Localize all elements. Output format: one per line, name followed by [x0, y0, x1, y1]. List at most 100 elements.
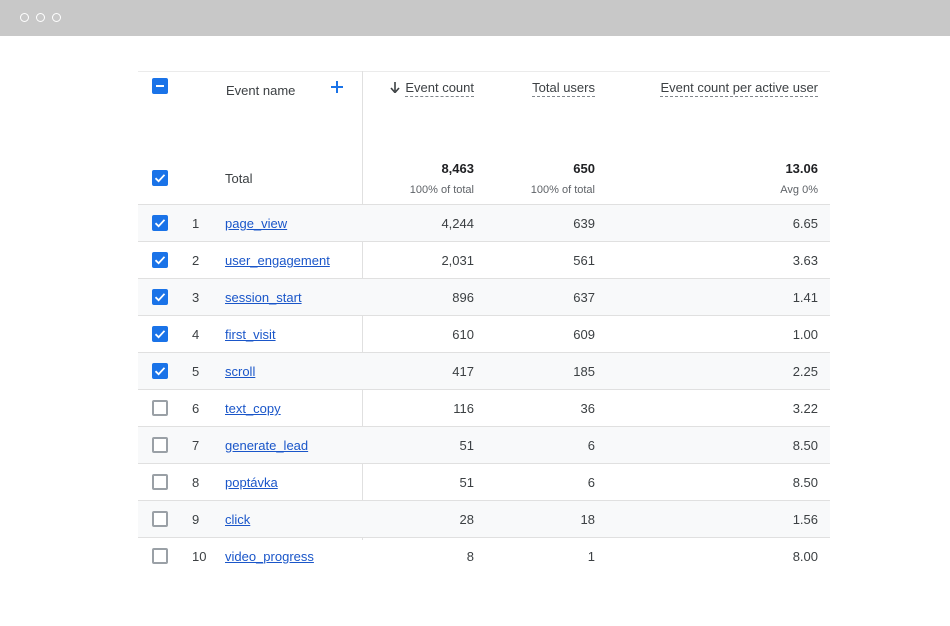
window-title-bar	[0, 0, 950, 36]
total-users-header[interactable]: Total users	[532, 80, 595, 97]
row-index: 2	[192, 253, 200, 268]
total-users-sub: 100% of total	[530, 184, 595, 196]
window-close-dot[interactable]	[20, 13, 29, 22]
checkmark-icon	[154, 256, 166, 265]
total-row: Total 8,463 100% of total 650 100% of to…	[138, 112, 830, 205]
table-row: 1 page_view 4,244 639 6.65	[138, 205, 830, 242]
checkmark-icon	[154, 367, 166, 376]
checkmark-icon	[154, 330, 166, 339]
event-count-cell: 51	[459, 438, 474, 453]
total-users-cell: 18	[580, 512, 595, 527]
table-row: 10 video_progress 8 1 8.00	[138, 538, 830, 575]
row-checkbox[interactable]	[152, 363, 168, 379]
row-index: 8	[192, 475, 200, 490]
total-users-cell: 36	[580, 401, 595, 416]
event-count-cell: 4,244	[441, 216, 474, 231]
row-index: 1	[192, 216, 200, 231]
total-users-cell: 637	[573, 290, 595, 305]
row-checkbox[interactable]	[152, 511, 168, 527]
row-checkbox[interactable]	[152, 548, 168, 564]
per-user-cell: 1.41	[792, 290, 818, 305]
event-name-link[interactable]: first_visit	[225, 327, 276, 343]
total-event-count: 8,463	[441, 161, 474, 176]
event-name-link[interactable]: scroll	[225, 364, 255, 380]
event-name-link[interactable]: click	[225, 512, 250, 528]
row-checkbox[interactable]	[152, 474, 168, 490]
row-index: 6	[192, 401, 200, 416]
row-checkbox[interactable]	[152, 215, 168, 231]
table-row: 6 text_copy 116 36 3.22	[138, 390, 830, 427]
row-checkbox[interactable]	[152, 289, 168, 305]
total-users-cell: 185	[573, 364, 595, 379]
table-row: 7 generate_lead 51 6 8.50	[138, 427, 830, 464]
total-users-header-label: Total users	[532, 80, 595, 97]
total-label: Total	[225, 171, 253, 186]
event-count-cell: 610	[452, 327, 474, 342]
window-minimize-dot[interactable]	[36, 13, 45, 22]
event-count-cell: 28	[459, 512, 474, 527]
total-event-count-sub: 100% of total	[409, 184, 474, 196]
table-header-row: Event name Event count Total users Event…	[138, 72, 830, 112]
event-name-link[interactable]: video_progress	[225, 549, 314, 565]
row-checkbox[interactable]	[152, 437, 168, 453]
table-row: 9 click 28 18 1.56	[138, 501, 830, 538]
total-users-cell: 609	[573, 327, 595, 342]
total-per-user-sub: Avg 0%	[780, 184, 818, 196]
per-user-cell: 1.00	[792, 327, 818, 342]
row-index: 7	[192, 438, 200, 453]
event-count-cell: 51	[459, 475, 474, 490]
event-name-link[interactable]: text_copy	[225, 401, 281, 417]
total-checkbox[interactable]	[152, 170, 168, 186]
row-index: 5	[192, 364, 200, 379]
table-row: 2 user_engagement 2,031 561 3.63	[138, 242, 830, 279]
total-per-user-value: 13.06	[785, 161, 818, 176]
per-user-cell: 6.65	[792, 216, 818, 231]
row-index: 3	[192, 290, 200, 305]
arrow-down-icon	[390, 82, 400, 93]
window-maximize-dot[interactable]	[52, 13, 61, 22]
checkmark-icon	[154, 219, 166, 228]
table-row: 4 first_visit 610 609 1.00	[138, 316, 830, 353]
checkmark-icon	[154, 293, 166, 302]
event-name-link[interactable]: generate_lead	[225, 438, 308, 454]
row-index: 10	[192, 549, 207, 564]
event-name-link[interactable]: user_engagement	[225, 253, 330, 269]
event-name-link[interactable]: page_view	[225, 216, 287, 232]
per-user-cell: 1.56	[792, 512, 818, 527]
per-user-cell: 8.50	[792, 438, 818, 453]
event-count-per-user-header-label: Event count per active user	[660, 80, 818, 97]
per-user-cell: 3.22	[792, 401, 818, 416]
event-name-header[interactable]: Event name	[226, 83, 295, 99]
table-body: 1 page_view 4,244 639 6.65 2 user_engagement 2,…	[138, 205, 830, 575]
event-name-link[interactable]: poptávka	[225, 475, 278, 491]
event-count-cell: 116	[453, 401, 474, 416]
total-users-cell: 639	[573, 216, 595, 231]
per-user-cell: 2.25	[792, 364, 818, 379]
per-user-cell: 8.00	[792, 549, 818, 564]
row-checkbox[interactable]	[152, 400, 168, 416]
report-content: Event name Event count Total users Event…	[0, 36, 950, 626]
indeterminate-icon	[156, 85, 164, 87]
total-users-value: 650	[573, 161, 595, 176]
total-users-cell: 6	[587, 475, 595, 490]
event-count-per-user-header[interactable]: Event count per active user	[660, 80, 818, 97]
total-users-cell: 561	[573, 253, 595, 268]
row-checkbox[interactable]	[152, 326, 168, 342]
select-all-checkbox[interactable]	[152, 78, 168, 94]
per-user-cell: 3.63	[792, 253, 818, 268]
table-row: 3 session_start 896 637 1.41	[138, 279, 830, 316]
event-count-header[interactable]: Event count	[390, 80, 474, 97]
event-count-cell: 2,031	[441, 253, 474, 268]
row-index: 9	[192, 512, 200, 527]
event-count-cell: 417	[452, 364, 474, 379]
row-index: 4	[192, 327, 200, 342]
plus-icon	[331, 81, 343, 93]
event-name-link[interactable]: session_start	[225, 290, 302, 306]
total-users-cell: 1	[587, 549, 595, 564]
add-dimension-button[interactable]	[330, 80, 344, 94]
table-row: 8 poptávka 51 6 8.50	[138, 464, 830, 501]
total-users-cell: 6	[587, 438, 595, 453]
row-checkbox[interactable]	[152, 252, 168, 268]
table-row: 5 scroll 417 185 2.25	[138, 353, 830, 390]
event-count-cell: 896	[452, 290, 474, 305]
